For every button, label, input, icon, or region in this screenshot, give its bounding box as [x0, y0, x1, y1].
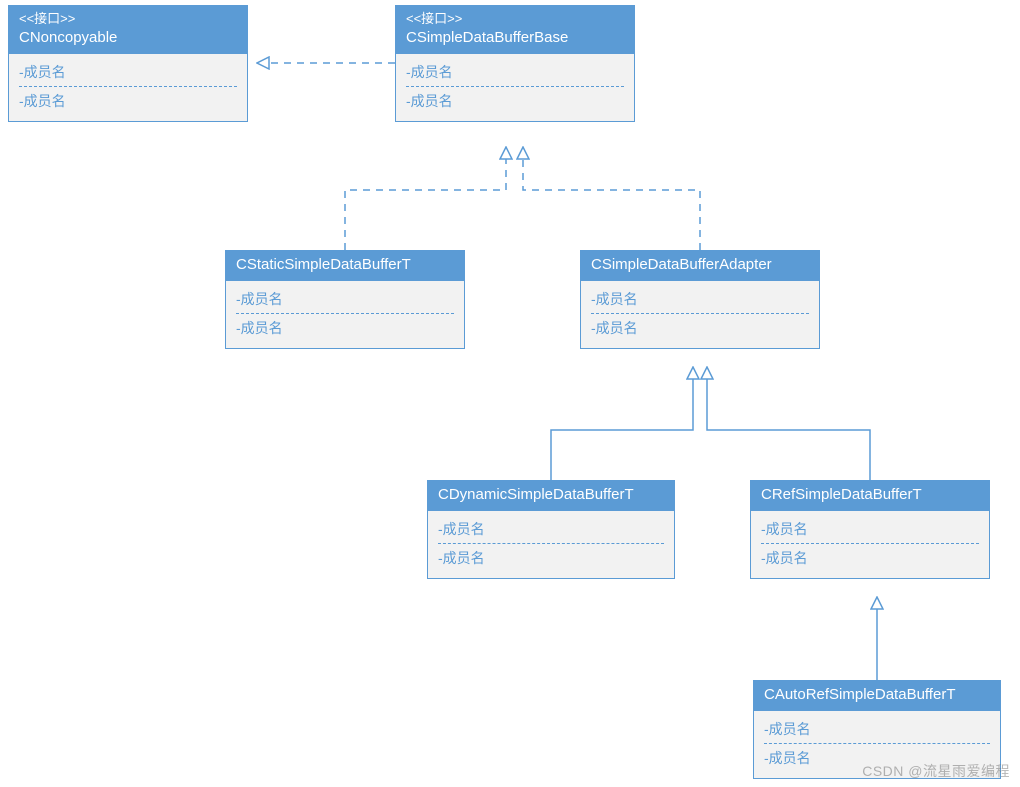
class-member: -成员名	[438, 517, 664, 541]
class-header: CRefSimpleDataBufferT	[751, 481, 989, 511]
edge-ref-to-adapter	[707, 368, 870, 480]
class-title: CRefSimpleDataBufferT	[761, 485, 979, 505]
class-member: -成员名	[761, 517, 979, 541]
class-header: CSimpleDataBufferAdapter	[581, 251, 819, 281]
class-title: CSimpleDataBufferBase	[406, 28, 624, 48]
class-CSimpleDataBufferAdapter[interactable]: CSimpleDataBufferAdapter -成员名 -成员名	[580, 250, 820, 349]
member-separator	[438, 543, 664, 544]
class-header: CStaticSimpleDataBufferT	[226, 251, 464, 281]
class-body: -成员名 -成员名	[9, 54, 247, 121]
edge-static-to-base	[345, 148, 506, 250]
class-CDynamicSimpleDataBufferT[interactable]: CDynamicSimpleDataBufferT -成员名 -成员名	[427, 480, 675, 579]
member-separator	[764, 743, 990, 744]
class-title: CDynamicSimpleDataBufferT	[438, 485, 664, 505]
class-CNoncopyable[interactable]: <<接口>>CNoncopyable -成员名 -成员名	[8, 5, 248, 122]
member-separator	[19, 86, 237, 87]
class-member: -成员名	[19, 89, 237, 113]
edge-dynamic-to-adapter	[551, 368, 693, 480]
edge-adapter-to-base	[523, 148, 700, 250]
member-separator	[591, 313, 809, 314]
class-member: -成员名	[438, 546, 664, 570]
class-header: CAutoRefSimpleDataBufferT	[754, 681, 1000, 711]
stereotype-label: <<接口>>	[19, 10, 237, 28]
member-separator	[761, 543, 979, 544]
class-CSimpleDataBufferBase[interactable]: <<接口>>CSimpleDataBufferBase -成员名 -成员名	[395, 5, 635, 122]
watermark: CSDN @流星雨爱编程	[862, 761, 1010, 781]
member-separator	[406, 86, 624, 87]
class-member: -成员名	[406, 89, 624, 113]
class-body: -成员名 -成员名	[581, 281, 819, 348]
class-title: CAutoRefSimpleDataBufferT	[764, 685, 990, 705]
class-header: CDynamicSimpleDataBufferT	[428, 481, 674, 511]
class-CStaticSimpleDataBufferT[interactable]: CStaticSimpleDataBufferT -成员名 -成员名	[225, 250, 465, 349]
class-title: CStaticSimpleDataBufferT	[236, 255, 454, 275]
class-body: -成员名 -成员名	[428, 511, 674, 578]
class-member: -成员名	[236, 316, 454, 340]
class-member: -成员名	[19, 60, 237, 84]
class-body: -成员名 -成员名	[751, 511, 989, 578]
class-title: CNoncopyable	[19, 28, 237, 48]
class-member: -成员名	[406, 60, 624, 84]
class-body: -成员名 -成员名	[396, 54, 634, 121]
class-header: <<接口>>CSimpleDataBufferBase	[396, 6, 634, 54]
class-member: -成员名	[236, 287, 454, 311]
class-header: <<接口>>CNoncopyable	[9, 6, 247, 54]
member-separator	[236, 313, 454, 314]
class-member: -成员名	[591, 287, 809, 311]
class-CRefSimpleDataBufferT[interactable]: CRefSimpleDataBufferT -成员名 -成员名	[750, 480, 990, 579]
class-title: CSimpleDataBufferAdapter	[591, 255, 809, 275]
class-member: -成员名	[761, 546, 979, 570]
class-member: -成员名	[591, 316, 809, 340]
class-body: -成员名 -成员名	[226, 281, 464, 348]
stereotype-label: <<接口>>	[406, 10, 624, 28]
class-member: -成员名	[764, 717, 990, 741]
